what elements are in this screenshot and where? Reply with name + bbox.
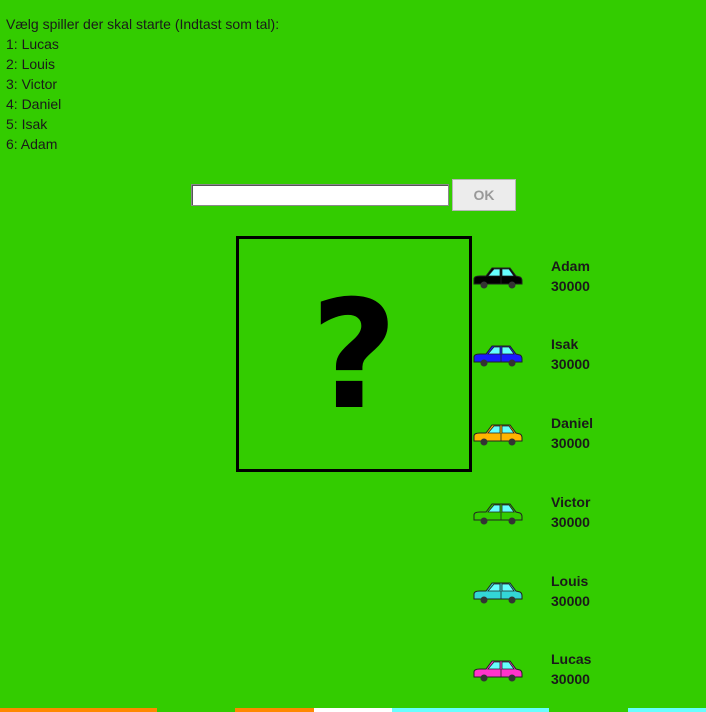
player-option-4: 4: Daniel [6, 96, 62, 112]
player-name: Daniel [551, 415, 594, 431]
player-row: Adam 30000 [472, 258, 672, 298]
car-icon [473, 503, 523, 525]
car-icon [473, 660, 523, 682]
player-name: Lucas [551, 651, 592, 667]
player-name: Victor [551, 494, 591, 510]
question-mark-icon: ? [310, 269, 397, 443]
player-money: 30000 [551, 278, 590, 294]
car-icon [473, 345, 523, 367]
player-money: 30000 [551, 514, 590, 530]
player-option-6: 6: Adam [6, 136, 58, 152]
player-name: Isak [551, 336, 579, 352]
player-option-2: 2: Louis [6, 56, 56, 72]
car-icon [473, 267, 523, 289]
player-row: Lucas 30000 [472, 651, 672, 691]
player-row: Daniel 30000 [472, 415, 672, 455]
player-row: Isak 30000 [472, 336, 672, 376]
player-row: Louis 30000 [472, 573, 672, 613]
player-money: 30000 [551, 356, 590, 372]
player-name: Adam [551, 258, 590, 274]
player-number-input[interactable] [191, 184, 449, 206]
board-edge-strip [0, 708, 706, 712]
player-select-prompt: Vælg spiller der skal starte (Indtast so… [6, 14, 279, 154]
player-option-1: 1: Lucas [6, 36, 59, 52]
ok-button[interactable]: OK [452, 179, 516, 211]
player-money: 30000 [551, 435, 590, 451]
player-money: 30000 [551, 671, 590, 687]
player-row: Victor 30000 [472, 494, 672, 534]
car-icon [473, 582, 523, 604]
player-option-5: 5: Isak [6, 116, 48, 132]
prompt-title: Vælg spiller der skal starte (Indtast so… [6, 16, 280, 32]
player-name: Louis [551, 573, 589, 589]
dice-box: ? [236, 236, 472, 472]
player-money: 30000 [551, 593, 590, 609]
svg-text:?: ? [310, 269, 397, 443]
car-icon [473, 424, 523, 446]
player-option-3: 3: Victor [6, 76, 58, 92]
